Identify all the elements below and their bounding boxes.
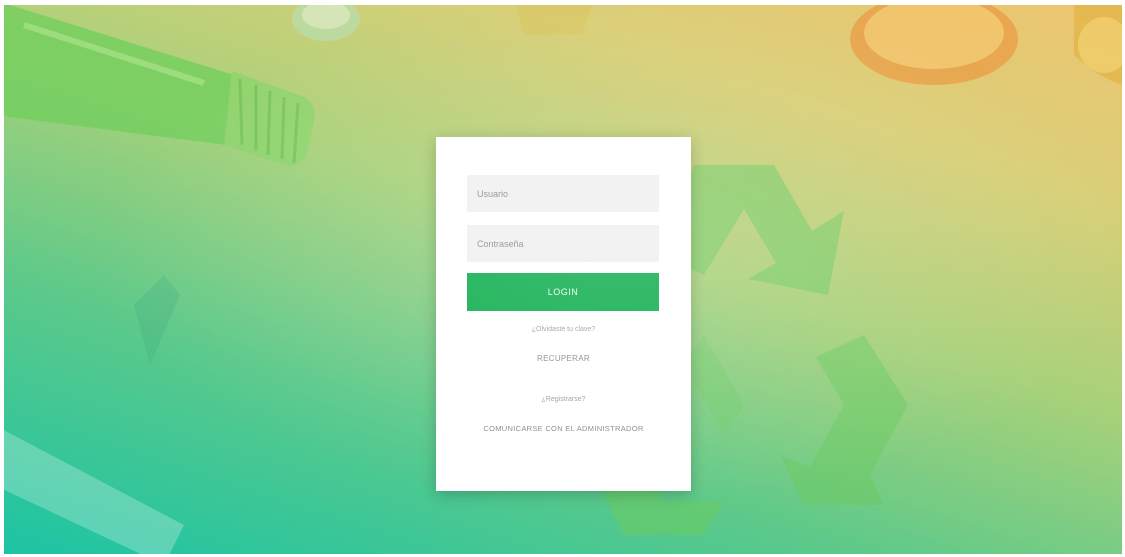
password-input[interactable] bbox=[467, 225, 659, 262]
login-button[interactable]: LOGIN bbox=[467, 273, 659, 311]
cup-image bbox=[1074, 5, 1122, 85]
glass-image bbox=[4, 275, 184, 554]
bottle-cap-image bbox=[292, 5, 360, 41]
forgot-password-prompt: ¿Olvidaste tu clave? bbox=[531, 326, 596, 333]
orange-lid-image bbox=[850, 5, 1018, 85]
bottle-image bbox=[4, 5, 315, 166]
login-card: LOGIN ¿Olvidaste tu clave? RECUPERAR ¿Re… bbox=[436, 137, 691, 491]
contact-admin-link[interactable]: COMUNICARSE CON EL ADMINISTRADOR bbox=[436, 424, 691, 433]
register-prompt: ¿Registrarse? bbox=[541, 396, 586, 403]
screen: LOGIN ¿Olvidaste tu clave? RECUPERAR ¿Re… bbox=[0, 0, 1125, 557]
box-image bbox=[515, 5, 593, 35]
username-input[interactable] bbox=[467, 175, 659, 212]
recover-password-link[interactable]: RECUPERAR bbox=[436, 354, 691, 363]
background: LOGIN ¿Olvidaste tu clave? RECUPERAR ¿Re… bbox=[4, 5, 1122, 554]
